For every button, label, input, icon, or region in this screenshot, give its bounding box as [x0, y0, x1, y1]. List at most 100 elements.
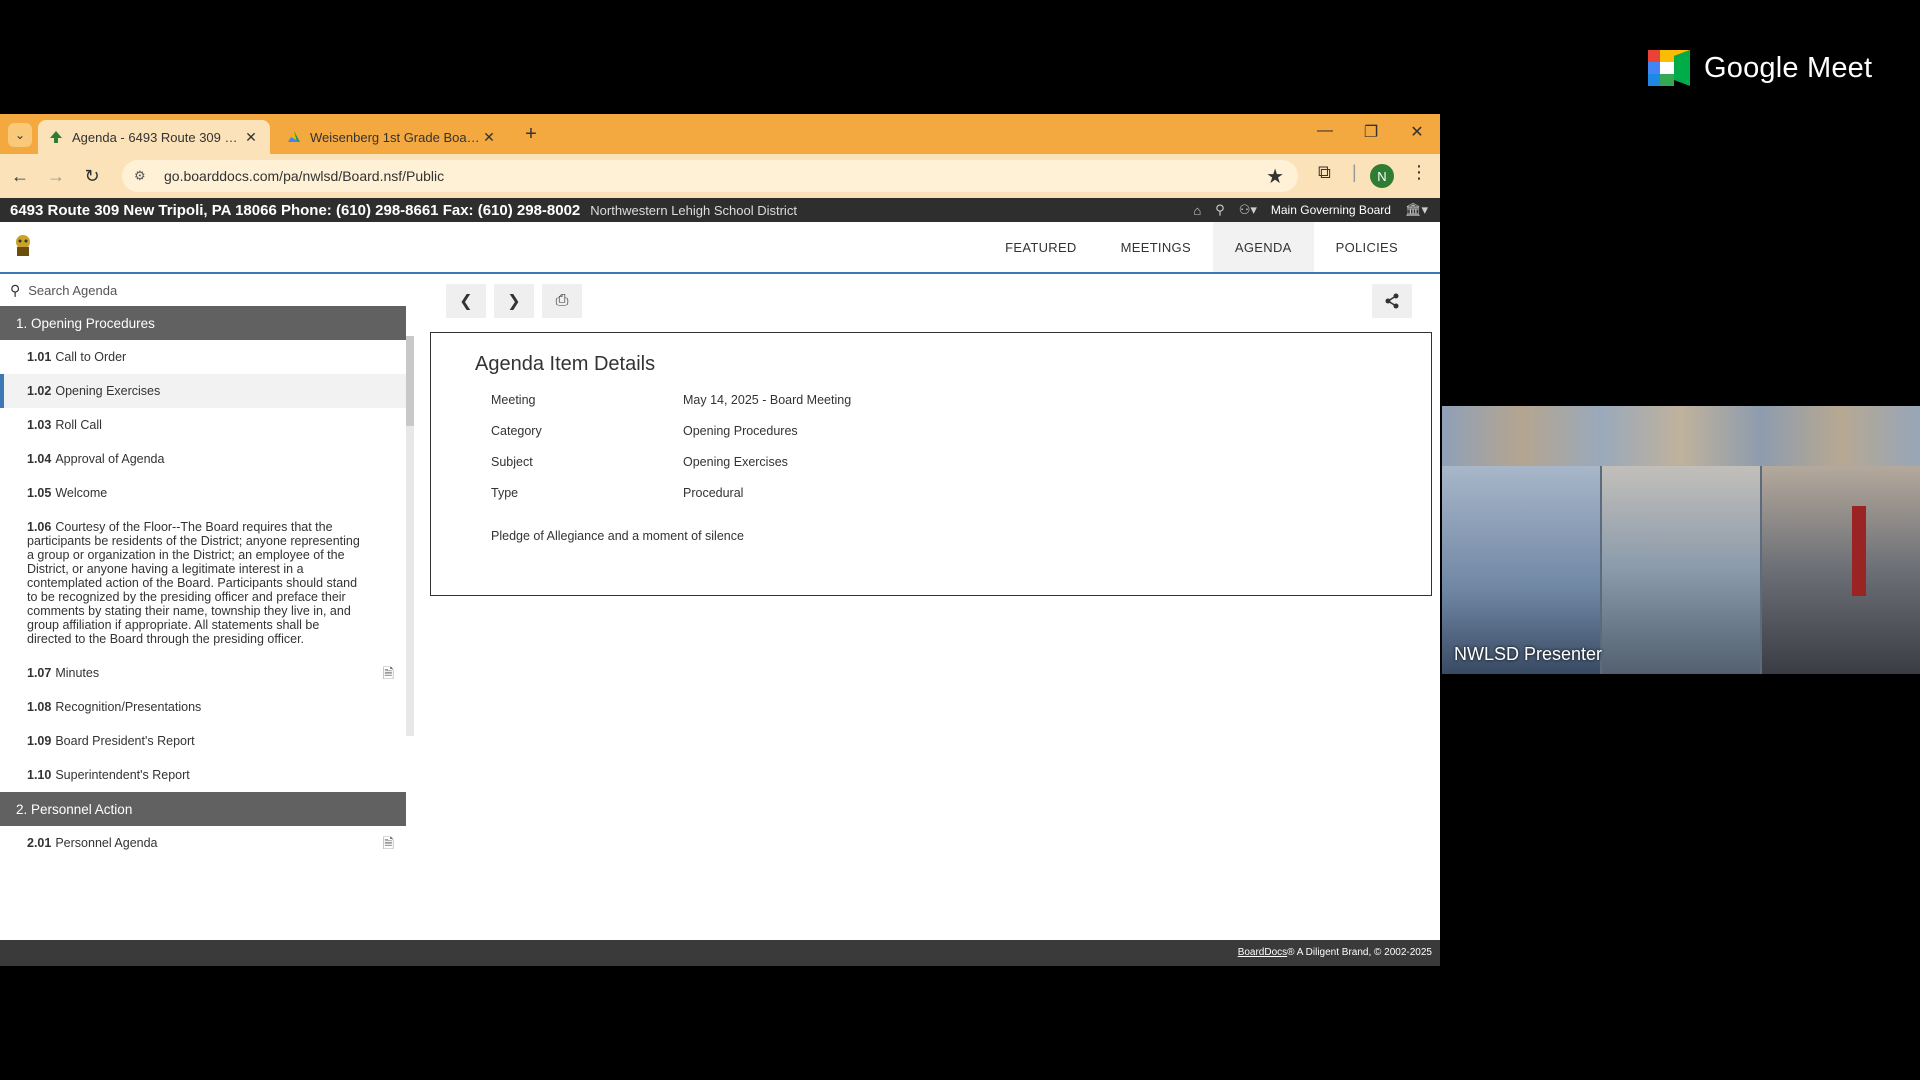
details-title: Agenda Item Details [475, 353, 656, 375]
agenda-item[interactable]: 1.10 Superintendent's Report [0, 758, 406, 792]
next-item-icon[interactable]: ❯ [494, 284, 534, 318]
item-label: Welcome [55, 486, 108, 500]
google-meet-icon [1648, 50, 1690, 86]
header-icons: ⌂ ⚲ ⚇▾ Main Governing Board 🏛▾ [1193, 198, 1428, 222]
new-tab-button[interactable]: + [520, 124, 542, 146]
document-icon[interactable]: 🗎 [383, 666, 394, 680]
category-header[interactable]: 1. Opening Procedures [0, 306, 406, 340]
agenda-item[interactable]: 2.01 Personnel Agenda 🗎 [0, 826, 406, 860]
detail-value: May 14, 2025 - Board Meeting [683, 393, 852, 407]
agenda-sidebar: ⚲ Search Agenda 1. Opening Procedures 1.… [0, 274, 414, 914]
agenda-item[interactable]: 1.09 Board President's Report [0, 724, 406, 758]
bookmark-star-icon[interactable]: ★ [1266, 164, 1284, 189]
profile-avatar[interactable]: N [1370, 164, 1394, 188]
item-number: 1.01 [27, 350, 52, 364]
detail-value: Opening Exercises [683, 455, 788, 469]
detail-row-subject: Subject Opening Exercises [491, 455, 788, 469]
item-label: Opening Exercises [55, 384, 161, 398]
item-number: 1.08 [27, 700, 52, 714]
tab-policies[interactable]: POLICIES [1314, 222, 1420, 272]
tab-title: Weisenberg 1st Grade Board Pr [310, 129, 480, 145]
item-number: 1.02 [27, 384, 52, 398]
item-label: Call to Order [55, 350, 127, 364]
agenda-search[interactable]: ⚲ Search Agenda [0, 274, 414, 306]
item-number: 1.05 [27, 486, 52, 500]
extensions-icon[interactable]: ⧉ [1318, 162, 1331, 183]
item-label: Recognition/Presentations [55, 700, 202, 714]
share-icon[interactable] [1372, 284, 1412, 318]
toolbar-divider: | [1352, 162, 1357, 182]
building-icon[interactable]: 🏛▾ [1405, 202, 1428, 218]
search-icon[interactable]: ⚲ [1215, 202, 1225, 218]
agenda-item[interactable]: 1.08 Recognition/Presentations [0, 690, 406, 724]
detail-row-meeting: Meeting May 14, 2025 - Board Meeting [491, 393, 851, 407]
detail-label: Type [491, 486, 519, 500]
district-name: Northwestern Lehigh School District [590, 202, 797, 218]
details-body-text: Pledge of Allegiance and a moment of sil… [491, 529, 744, 543]
detail-label: Subject [491, 455, 533, 469]
back-icon[interactable]: ← [4, 160, 36, 192]
previous-item-icon[interactable]: ❮ [446, 284, 486, 318]
agenda-item[interactable]: 1.07 Minutes 🗎 [0, 656, 406, 690]
agenda-item[interactable]: 1.06 Courtesy of the Floor--The Board req… [0, 510, 406, 656]
browser-menu-icon[interactable]: ⋮ [1410, 162, 1428, 183]
site-info-icon[interactable]: ⚙ [134, 168, 154, 184]
video-person [1602, 466, 1760, 674]
browser-tab-weisenberg[interactable]: Weisenberg 1st Grade Board Pr ✕ [276, 120, 508, 154]
item-label: Superintendent's Report [55, 768, 190, 782]
reload-icon[interactable]: ↻ [76, 160, 108, 192]
video-background [1442, 406, 1920, 466]
video-person [1442, 466, 1600, 674]
boarddocs-nav: FEATURED MEETINGS AGENDA POLICIES [0, 222, 1440, 274]
nav-tabs: FEATURED MEETINGS AGENDA POLICIES [983, 222, 1420, 272]
agenda-item[interactable]: 1.03 Roll Call [0, 408, 406, 442]
agenda-item[interactable]: 1.01 Call to Order [0, 340, 406, 374]
agenda-item-selected[interactable]: 1.02 Opening Exercises [0, 374, 406, 408]
close-window-icon[interactable]: ✕ [1394, 122, 1440, 146]
agenda-item[interactable]: 1.04 Approval of Agenda [0, 442, 406, 476]
restore-icon[interactable]: ❐ [1348, 122, 1394, 146]
detail-label: Meeting [491, 393, 536, 407]
presenter-video: NWLSD Presenter [1442, 406, 1920, 674]
tab-agenda[interactable]: AGENDA [1212, 222, 1314, 272]
item-number: 1.09 [27, 734, 52, 748]
home-icon[interactable]: ⌂ [1193, 203, 1201, 218]
boarddocs-header: 6493 Route 309 New Tripoli, PA 18066 Pho… [0, 198, 1440, 222]
item-label: Personnel Agenda [55, 836, 158, 850]
category-header[interactable]: 2. Personnel Action [0, 792, 406, 826]
detail-value: Opening Procedures [683, 424, 798, 438]
user-icon[interactable]: ⚇▾ [1239, 202, 1257, 218]
document-icon[interactable]: 🗎 [383, 836, 394, 850]
detail-label: Category [491, 424, 542, 438]
item-number: 1.06 [27, 520, 52, 534]
search-agenda-placeholder: Search Agenda [28, 282, 118, 298]
scrollbar-thumb[interactable] [406, 336, 414, 426]
agenda-list: 2.01 Personnel Agenda 🗎 [0, 826, 406, 860]
close-tab-icon[interactable]: ✕ [242, 129, 260, 146]
print-icon[interactable]: ⎙ [542, 284, 582, 318]
board-selector[interactable]: Main Governing Board [1271, 203, 1391, 217]
item-label: Roll Call [55, 418, 102, 432]
forward-icon[interactable]: → [40, 160, 72, 192]
url-text: go.boarddocs.com/pa/nwlsd/Board.nsf/Publ… [164, 168, 445, 184]
tab-featured[interactable]: FEATURED [983, 222, 1099, 272]
close-tab-icon[interactable]: ✕ [480, 129, 498, 146]
address-bar[interactable]: ⚙ go.boarddocs.com/pa/nwlsd/Board.nsf/Pu… [122, 160, 1298, 192]
browser-tab-agenda[interactable]: Agenda - 6493 Route 309 New ✕ [38, 120, 270, 154]
tab-search-button[interactable]: ⌄ [8, 123, 32, 147]
boarddocs-link[interactable]: BoardDocs [1238, 947, 1287, 958]
minimize-icon[interactable]: — [1302, 122, 1348, 146]
item-number: 1.03 [27, 418, 52, 432]
tab-meetings[interactable]: MEETINGS [1099, 222, 1213, 272]
copyright-text: ® A Diligent Brand, © 2002-2025 [1287, 947, 1432, 958]
item-number: 1.10 [27, 768, 52, 782]
browser-window: ⌄ Agenda - 6493 Route 309 New ✕ Weisenbe… [0, 114, 1440, 966]
item-label: Courtesy of the Floor--The Board require… [27, 520, 360, 646]
detail-row-category: Category Opening Procedures [491, 424, 798, 438]
tab-strip: ⌄ Agenda - 6493 Route 309 New ✕ Weisenbe… [0, 114, 1440, 154]
google-meet-logo: Google Meet [1648, 50, 1872, 86]
sidebar-scrollbar[interactable] [406, 336, 414, 736]
item-toolbar: ❮ ❯ ⎙ [446, 284, 582, 318]
agenda-item[interactable]: 1.05 Welcome [0, 476, 406, 510]
item-number: 2.01 [27, 836, 52, 850]
